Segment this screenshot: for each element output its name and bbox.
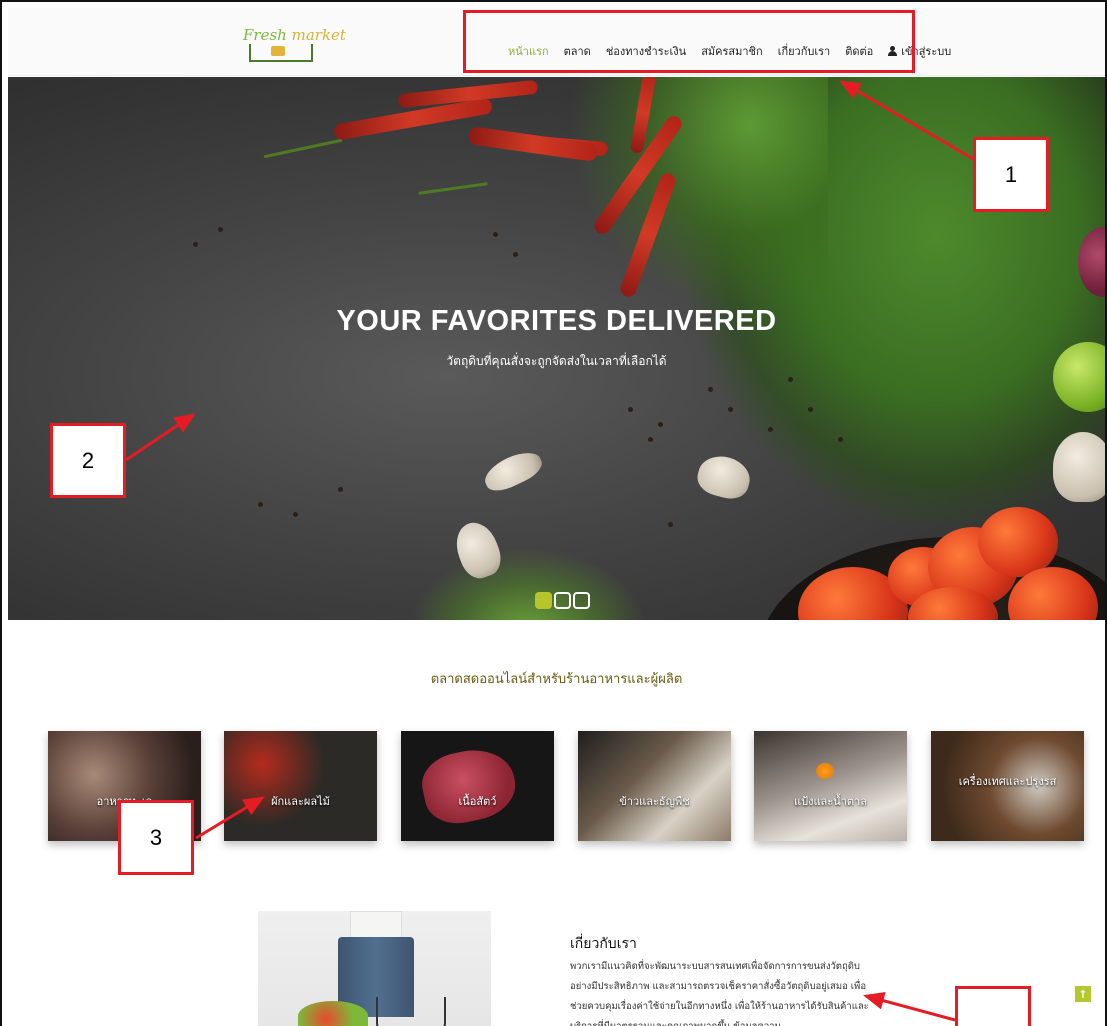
logo-text: Fresh market [243, 26, 346, 44]
peppercorn [648, 437, 653, 442]
callout-number-3-label: 3 [149, 824, 163, 850]
hero-banner: YOUR FAVORITES DELIVERED วัตถุดิบที่คุณส… [8, 77, 1105, 620]
peppercorn [668, 522, 673, 527]
hero-title: YOUR FAVORITES DELIVERED [336, 305, 777, 337]
peppercorn [293, 512, 298, 517]
peppercorn [628, 407, 633, 412]
peppercorn [218, 227, 223, 232]
steak-image [416, 742, 522, 830]
hero-herbs-top [568, 77, 828, 317]
peppercorn [258, 502, 263, 507]
slide-dot-2[interactable] [554, 592, 571, 609]
peppercorn [658, 422, 663, 427]
garlic-bulb [1053, 432, 1105, 502]
site-logo[interactable]: Fresh market [241, 26, 346, 68]
peppercorn [838, 437, 843, 442]
peppercorn [788, 377, 793, 382]
callout-number-4 [955, 986, 1031, 1026]
back-to-top-button[interactable]: ↑ [1075, 986, 1091, 1002]
category-vegetables-fruits[interactable]: ผักและผลไม้ [224, 731, 377, 841]
category-label: ข้าวและธัญพืช [619, 795, 690, 808]
basket-icon [271, 46, 285, 56]
category-flour-sugar[interactable]: แป้งและน้ำตาล [754, 731, 907, 841]
callout-number-3: 3 [118, 800, 194, 875]
peppercorn [808, 407, 813, 412]
section-title: ตลาดสดออนไลน์สำหรับร้านอาหารและผู้ผลิต [430, 672, 683, 687]
category-spices[interactable]: เครื่องเทศและปรุงรส [931, 731, 1084, 841]
callout-nav-highlight [463, 10, 915, 73]
hero-herbs-bottom [408, 547, 648, 620]
chili-stem [263, 138, 343, 159]
about-title: เกี่ยวกับเรา [570, 936, 637, 952]
slide-dot-1[interactable] [535, 592, 552, 609]
callout-number-1: 1 [973, 137, 1049, 212]
peppercorn [193, 242, 198, 247]
logo-word-market: market [291, 26, 346, 44]
slide-dot-3[interactable] [573, 592, 590, 609]
about-image [258, 911, 491, 1026]
callout-number-2-label: 2 [81, 447, 95, 473]
callout-number-2: 2 [50, 423, 126, 498]
peppercorn [708, 387, 713, 392]
callout-number-1-label: 1 [1004, 161, 1018, 187]
category-label: แป้งและน้ำตาล [794, 795, 867, 808]
hero-subtitle: วัตถุดิบที่คุณสั่งจะถูกจัดส่งในเวลาที่เล… [446, 354, 667, 368]
category-rice-grains[interactable]: ข้าวและธัญพืช [578, 731, 731, 841]
category-label: ผักและผลไม้ [271, 795, 330, 808]
egg-yolk-image [816, 763, 834, 779]
peppercorn [513, 252, 518, 257]
basket-shape [376, 997, 446, 1026]
slider-dots [535, 592, 590, 609]
vegetables-shape [298, 1001, 368, 1026]
category-label: เนื้อสัตว์ [458, 795, 497, 808]
arrow-up-icon: ↑ [1078, 987, 1088, 1001]
peppercorn [728, 407, 733, 412]
peppercorn [338, 487, 343, 492]
peppercorn [768, 427, 773, 432]
peppercorn [493, 232, 498, 237]
chili-stem [418, 182, 488, 195]
logo-word-fresh: Fresh [243, 26, 287, 44]
shirt-shape [350, 911, 402, 939]
about-text: พวกเรามีแนวคิดที่จะพัฒนาระบบสารสนเทศเพื่… [570, 961, 869, 1026]
category-label: เครื่องเทศและปรุงรส [958, 775, 1057, 788]
garlic-clove [479, 445, 547, 497]
category-meat[interactable]: เนื้อสัตว์ [401, 731, 554, 841]
